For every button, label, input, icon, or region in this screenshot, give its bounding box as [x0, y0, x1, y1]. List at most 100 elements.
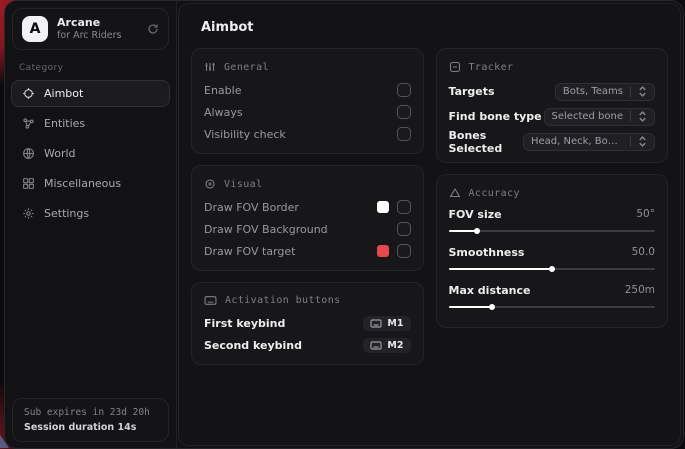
gear-icon [22, 207, 35, 220]
globe-icon [22, 147, 35, 160]
slider-value: 250m [625, 284, 655, 296]
find-bone-type-select[interactable]: Selected bone [544, 108, 655, 126]
visibility-check-checkbox[interactable] [397, 127, 411, 141]
setting-label: Find bone type [449, 110, 542, 123]
setting-label: Max distance [449, 284, 531, 297]
setting-row: Visibility check [204, 123, 411, 145]
activation-card: Activation buttons First keybind M1 [191, 282, 424, 365]
triangle-icon [449, 187, 461, 199]
fov-size-slider[interactable] [449, 230, 656, 232]
first-keybind-button[interactable]: M1 [363, 316, 410, 331]
fov-border-checkbox[interactable] [397, 200, 411, 214]
setting-row: Targets Bots, Teams [449, 79, 656, 104]
select-value: Head, Neck, Body, Fe... [531, 136, 623, 147]
sidebar-item-entities[interactable]: Entities [11, 110, 170, 137]
main-panel: Aimbot General Enable [178, 3, 681, 446]
general-card: General Enable Always Visibility check [191, 48, 424, 154]
chevrons-up-down-icon [638, 86, 647, 97]
color-swatch[interactable] [377, 201, 389, 213]
chevrons-up-down-icon [638, 111, 647, 122]
setting-label: First keybind [204, 317, 285, 330]
second-keybind-button[interactable]: M2 [363, 338, 410, 353]
sidebar-item-label: Entities [44, 117, 85, 130]
card-title: Visual [224, 179, 263, 190]
tracker-icon [449, 61, 461, 73]
setting-label: Visibility check [204, 128, 286, 141]
smoothness-slider[interactable] [449, 268, 656, 270]
setting-label: Smoothness [449, 246, 525, 259]
keyboard-icon [370, 319, 382, 328]
card-title: Tracker [469, 62, 514, 73]
keybind-value: M1 [387, 318, 403, 329]
sidebar-item-world[interactable]: World [11, 140, 170, 167]
cursor-artifact [0, 435, 9, 448]
setting-label: Bones Selected [449, 129, 524, 155]
session-duration-text: Session duration 14s [24, 422, 157, 433]
visual-card: Visual Draw FOV Border Draw FOV Backgrou… [191, 165, 424, 271]
sidebar-item-label: World [44, 147, 76, 160]
sidebar-item-label: Settings [44, 207, 89, 220]
setting-row: Max distance 250m [449, 281, 656, 299]
brand-card: A Arcane for Arc Riders [12, 8, 169, 50]
targets-select[interactable]: Bots, Teams [555, 83, 655, 101]
crosshair-icon [22, 87, 35, 100]
divider [630, 111, 631, 122]
setting-row: Draw FOV Background [204, 218, 411, 240]
keyboard-icon [370, 341, 382, 350]
card-title: General [224, 62, 269, 73]
page-title: Aimbot [201, 20, 668, 35]
setting-label: Always [204, 106, 243, 119]
focus-icon [204, 178, 216, 190]
max-distance-slider[interactable] [449, 306, 656, 308]
setting-label: Draw FOV target [204, 245, 296, 258]
setting-label: Draw FOV Background [204, 223, 328, 236]
sidebar-nav: Aimbot Entities World [5, 80, 176, 227]
subscription-card: Sub expires in 23d 20h Session duration … [12, 398, 169, 442]
fov-background-checkbox[interactable] [397, 222, 411, 236]
slider-fill [449, 268, 552, 270]
keybind-value: M2 [387, 340, 403, 351]
setting-row: Smoothness 50.0 [449, 243, 656, 261]
card-title: Accuracy [469, 188, 520, 199]
setting-row: First keybind M1 [204, 312, 411, 334]
setting-label: FOV size [449, 208, 502, 221]
divider [630, 136, 631, 147]
grid-icon [22, 177, 35, 190]
sidebar-item-aimbot[interactable]: Aimbot [11, 80, 170, 107]
color-swatch[interactable] [377, 245, 389, 257]
setting-row: Always [204, 101, 411, 123]
category-label: Category [19, 63, 176, 73]
setting-row: Enable [204, 79, 411, 101]
setting-row: Find bone type Selected bone [449, 104, 656, 129]
bones-selected-select[interactable]: Head, Neck, Body, Fe... [523, 133, 655, 151]
setting-label: Enable [204, 84, 241, 97]
setting-row: FOV size 50° [449, 205, 656, 223]
setting-row: Bones Selected Head, Neck, Body, Fe... [449, 129, 656, 154]
chevrons-up-down-icon [638, 136, 647, 147]
sync-icon[interactable] [147, 23, 159, 35]
setting-row: Draw FOV Border [204, 196, 411, 218]
keyboard-icon [204, 295, 217, 306]
always-checkbox[interactable] [397, 105, 411, 119]
sidebar-item-miscellaneous[interactable]: Miscellaneous [11, 170, 170, 197]
slider-fill [449, 230, 478, 232]
app-subtitle: for Arc Riders [57, 30, 138, 42]
select-value: Bots, Teams [563, 86, 623, 97]
fov-target-checkbox[interactable] [397, 244, 411, 258]
card-title: Activation buttons [225, 295, 341, 306]
app-name: Arcane [57, 16, 138, 30]
sidebar: A Arcane for Arc Riders Category Aimbot [5, 1, 177, 448]
setting-row: Second keybind M2 [204, 334, 411, 356]
slider-value: 50.0 [632, 246, 655, 258]
setting-row: Draw FOV target [204, 240, 411, 262]
divider [630, 86, 631, 97]
sidebar-item-label: Miscellaneous [44, 177, 121, 190]
tracker-card: Tracker Targets Bots, Teams [436, 48, 669, 163]
setting-label: Draw FOV Border [204, 201, 299, 214]
slider-value: 50° [636, 208, 655, 220]
sidebar-item-settings[interactable]: Settings [11, 200, 170, 227]
select-value: Selected bone [552, 111, 623, 122]
enable-checkbox[interactable] [397, 83, 411, 97]
nodes-icon [22, 117, 35, 130]
sidebar-item-label: Aimbot [44, 87, 83, 100]
